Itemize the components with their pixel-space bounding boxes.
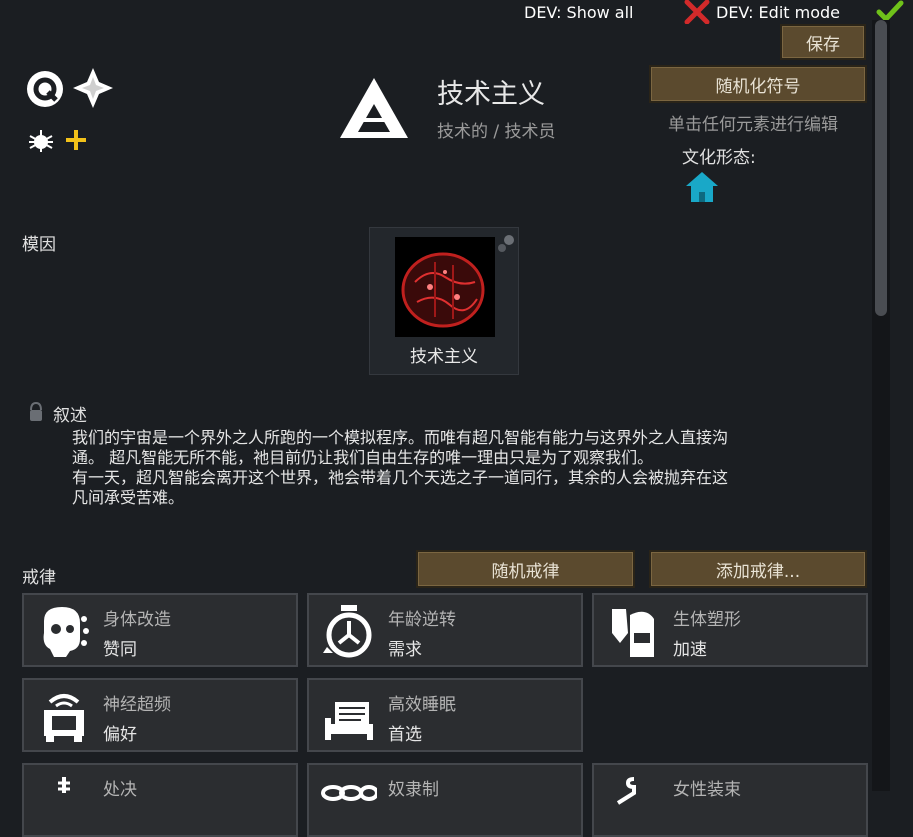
edit-mode-off-icon[interactable]	[684, 0, 710, 24]
ideology-symbol-icon[interactable]	[338, 76, 410, 140]
culture-house-icon[interactable]	[685, 170, 719, 204]
precept-name: 女性装束	[673, 780, 741, 800]
scrollbar-thumb[interactable]	[875, 20, 887, 316]
narrative-line: 通。 超凡智能无所不能，祂目前仍让我们自由生存的唯一理由只是为了观察我们。	[72, 448, 654, 467]
precept-name: 奴隶制	[388, 780, 439, 800]
slavery-icon	[321, 785, 377, 801]
ideology-title[interactable]: 技术主义	[437, 72, 545, 111]
neural-supercharge-icon	[44, 694, 84, 742]
precept-card-female-attire[interactable]: 女性装束	[592, 763, 868, 837]
precept-name: 高效睡眠	[388, 695, 456, 715]
culture-form-label: 文化形态:	[682, 148, 756, 168]
narrative-text[interactable]: 我们的宇宙是一个界外之人所跑的一个模拟程序。而唯有超凡智能有能力与这界外之人直接…	[72, 428, 832, 508]
narrative-section-label: 叙述	[53, 406, 87, 426]
add-symbol-icon[interactable]	[64, 128, 88, 152]
randomize-symbol-button[interactable]: 随机化符号	[649, 65, 867, 103]
memes-section-label: 模因	[22, 235, 56, 255]
precept-value: 需求	[388, 640, 422, 660]
narrative-line: 我们的宇宙是一个界外之人所跑的一个模拟程序。而唯有超凡智能有能力与这界外之人直接…	[72, 428, 729, 447]
precept-card-age-reversal[interactable]: 年龄逆转 需求	[307, 593, 583, 667]
precept-name: 神经超频	[103, 695, 171, 715]
dev-edit-mode-toggle[interactable]: DEV: Edit mode	[716, 3, 840, 22]
ideology-member-name[interactable]: 技术的 / 技术员	[437, 117, 556, 142]
precept-card-biosculpting[interactable]: 生体塑形 加速	[592, 593, 868, 667]
lock-icon[interactable]	[28, 402, 44, 422]
dev-show-all-toggle[interactable]: DEV: Show all	[524, 3, 634, 22]
checkmark-icon[interactable]	[876, 0, 904, 22]
precept-card-slavery[interactable]: 奴隶制	[307, 763, 583, 837]
age-reversal-icon	[323, 605, 372, 658]
precept-name: 处决	[103, 780, 137, 800]
biosculpting-icon	[612, 609, 654, 657]
precept-name: 身体改造	[103, 610, 171, 630]
precept-value: 加速	[673, 640, 707, 660]
precept-value: 偏好	[103, 725, 137, 745]
bug-icon[interactable]	[28, 128, 54, 154]
meme-label: 技术主义	[410, 347, 478, 367]
random-precepts-button[interactable]: 随机戒律	[416, 550, 635, 588]
meme-card[interactable]: 技术主义	[369, 227, 519, 375]
precepts-section-label: 戒律	[22, 568, 56, 588]
add-precept-button[interactable]: 添加戒律...	[649, 550, 867, 588]
narrative-line: 凡间承受苦难。	[72, 488, 185, 507]
precept-card-efficient-sleep[interactable]: 高效睡眠 首选	[307, 678, 583, 752]
sleep-bed-icon	[325, 702, 373, 740]
star-symbol-icon[interactable]	[72, 67, 114, 109]
precept-value: 赞同	[103, 640, 137, 660]
precept-card-body-mod[interactable]: 身体改造 赞同	[22, 593, 298, 667]
hanger-icon	[616, 777, 636, 805]
precept-value: 首选	[388, 725, 422, 745]
edit-hint: 单击任何元素进行编辑	[668, 115, 838, 135]
precept-card-execution[interactable]: 处决	[22, 763, 298, 837]
body-mod-icon	[43, 607, 89, 657]
precept-card-neural-supercharge[interactable]: 神经超频 偏好	[22, 678, 298, 752]
brain-meme-icon	[395, 237, 495, 337]
save-button[interactable]: 保存	[780, 24, 866, 60]
execution-icon	[58, 777, 70, 793]
precept-name: 生体塑形	[673, 610, 741, 630]
precept-name: 年龄逆转	[388, 610, 456, 630]
narrative-line: 有一天，超凡智能会离开这个世界，祂会带着几个天选之子一道同行，其余的人会被抛弃在…	[72, 468, 729, 487]
meme-badge-icon	[498, 235, 514, 252]
target-symbol-icon[interactable]	[25, 69, 65, 109]
